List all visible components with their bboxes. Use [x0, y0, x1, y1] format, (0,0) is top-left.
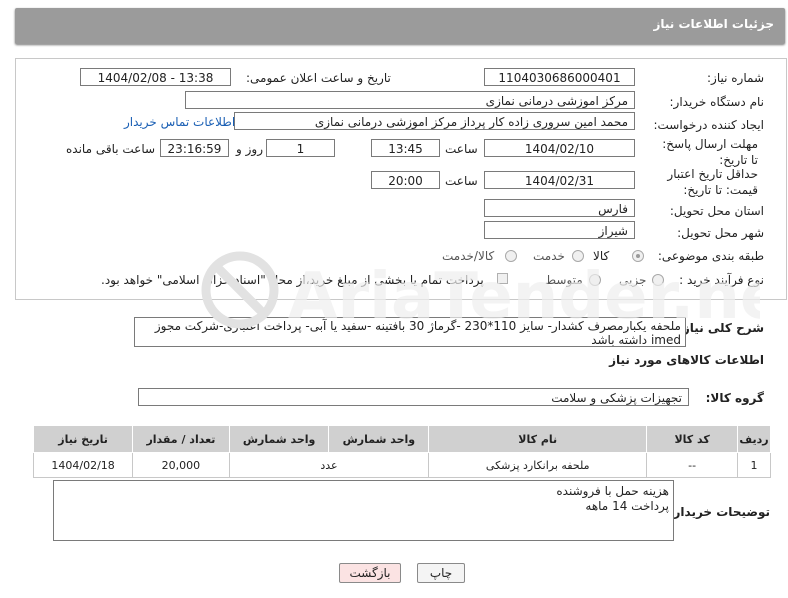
buyer-contact-link[interactable]: اطلاعات تماس خریدار — [124, 115, 235, 129]
province-label: استان محل تحویل: — [669, 204, 764, 218]
cell-unit: عدد — [228, 452, 430, 478]
col-quantity: تعداد / مقدار — [132, 425, 230, 453]
col-item-name: نام کالا — [428, 425, 648, 453]
buyer-notes-label: توضیحات خریدار: — [668, 505, 770, 519]
deadline-date-field: 1404/02/10 — [484, 139, 635, 157]
announce-label: تاریخ و ساعت اعلان عمومی: — [246, 71, 391, 85]
category-radio-service[interactable] — [572, 250, 584, 262]
need-number-field: 1104030686000401 — [484, 68, 635, 86]
page-title: جزئیات اطلاعات نیاز — [653, 17, 774, 31]
remaining-time-field: 23:16:59 — [160, 139, 229, 157]
creator-field: محمد امین سروری زاده کار پرداز مرکز اموز… — [234, 112, 635, 130]
process-label: نوع فرآیند خرید : — [679, 273, 764, 287]
category-option-service: خدمت — [533, 249, 565, 263]
cell-item-code: -- — [646, 452, 739, 478]
days-field: 1 — [266, 139, 335, 157]
price-validity-label: حداقل تاریخ اعتبار قیمت: تا تاریخ: — [667, 167, 758, 197]
remaining-label: ساعت باقی مانده — [66, 142, 156, 156]
buyer-notes-line-1: هزینه حمل با فروشنده — [556, 484, 669, 498]
category-label: طبقه بندی موضوعی: — [657, 249, 764, 263]
category-radio-goods[interactable] — [632, 250, 644, 262]
buyer-notes-line-2: پرداخت 14 ماهه — [585, 499, 669, 513]
col-item-code: کد کالا — [646, 425, 739, 453]
process-radio-minor[interactable] — [652, 274, 664, 286]
description-label: شرح کلی نیاز: — [678, 321, 764, 335]
print-button[interactable]: چاپ — [417, 563, 465, 583]
goods-group-field: تجهیزات پزشکی و سلامت — [138, 388, 689, 406]
cell-quantity: 20,000 — [132, 452, 230, 478]
back-button[interactable]: بازگشت — [339, 563, 401, 583]
deadline-time-label: ساعت — [445, 142, 478, 156]
province-field: فارس — [484, 199, 635, 217]
cell-need-date: 1404/02/18 — [32, 452, 134, 478]
buyer-notes-textarea[interactable]: هزینه حمل با فروشنده پرداخت 14 ماهه — [53, 480, 674, 541]
price-validity-time-field: 20:00 — [371, 171, 440, 189]
col-row: ردیف — [737, 425, 771, 453]
buyer-org-label: نام دستگاه خریدار: — [669, 95, 765, 109]
cell-item-name: ملحفه برانکارد پزشکی — [428, 452, 648, 478]
city-label: شهر محل تحویل: — [677, 226, 764, 240]
goods-table: تاریخ نیاز تعداد / مقدار واحد شمارش واحد… — [32, 425, 771, 478]
city-field: شیراز — [484, 221, 635, 239]
description-textarea[interactable]: ملحفه یکبارمصرف کشدار- سایز 110*230 -گرم… — [134, 317, 686, 347]
days-label: روز و — [236, 142, 263, 156]
goods-table-header: تاریخ نیاز تعداد / مقدار واحد شمارش واحد… — [32, 425, 771, 453]
need-number-label: شماره نیاز: — [707, 71, 764, 85]
price-validity-time-label: ساعت — [445, 174, 478, 188]
col-count-unit: واحد شمارش — [328, 425, 430, 453]
goods-group-label: گروه کالا: — [705, 391, 764, 405]
col-unit: واحد شمارش — [228, 425, 330, 453]
announce-field: 1404/02/08 - 13:38 — [80, 68, 231, 86]
category-option-goods-service: کالا/خدمت — [442, 249, 495, 263]
price-validity-date-field: 1404/02/31 — [484, 171, 635, 189]
process-radio-medium[interactable] — [589, 274, 601, 286]
goods-section-title: اطلاعات کالاهای مورد نیاز — [609, 353, 764, 367]
deadline-label: مهلت ارسال پاسخ: تا تاریخ: — [662, 137, 758, 167]
treasury-note: پرداخت تمام یا بخشی از مبلغ خرید،از محل … — [101, 273, 484, 287]
table-row: 1404/02/18 20,000 عدد ملحفه برانکارد پزش… — [32, 452, 771, 478]
category-radio-goods-service[interactable] — [505, 250, 517, 262]
col-need-date: تاریخ نیاز — [32, 425, 134, 453]
creator-label: ایجاد کننده درخواست: — [653, 118, 764, 132]
category-option-goods: کالا — [593, 249, 610, 263]
cell-row: 1 — [737, 452, 771, 478]
treasury-checkbox[interactable] — [497, 273, 508, 284]
buyer-org-field: مرکز اموزشی درمانی نمازی — [185, 91, 635, 109]
process-option-medium: متوسط — [545, 273, 583, 287]
process-option-minor: جزیی — [619, 273, 647, 287]
deadline-time-field: 13:45 — [371, 139, 440, 157]
